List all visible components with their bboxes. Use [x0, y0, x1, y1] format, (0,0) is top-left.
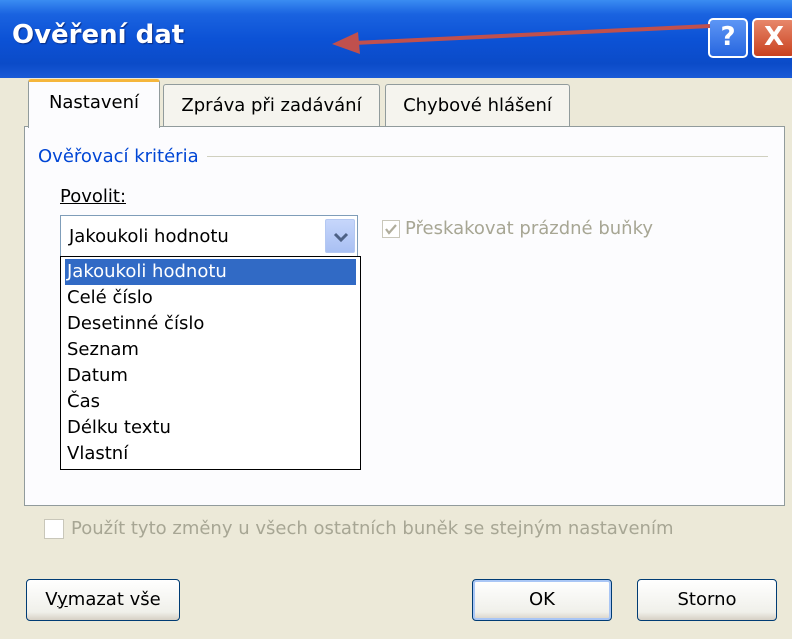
help-button[interactable]: ? [708, 18, 748, 58]
group-label-criteria: Ověřovací kritéria [38, 146, 207, 167]
ok-button[interactable]: OK [472, 579, 612, 621]
annotation-arrow [332, 24, 711, 54]
option-jakoukoli-hodnotu[interactable]: Jakoukoli hodnotu [65, 259, 356, 285]
allow-combobox-value: Jakoukoli hodnotu [69, 226, 229, 247]
skip-blank-checkbox[interactable] [382, 220, 400, 238]
window-title: Ověření dat [12, 20, 185, 50]
allow-combobox[interactable]: Jakoukoli hodnotu [60, 215, 358, 257]
clear-all-button[interactable]: Vymazat vše [26, 579, 180, 621]
allow-dropdown-list[interactable]: Jakoukoli hodnotu Celé číslo Desetinné č… [60, 256, 361, 470]
cancel-button[interactable]: Storno [637, 579, 777, 621]
skip-blank-label: Přeskakovat prázdné buňky [405, 218, 654, 239]
close-button[interactable]: X [752, 18, 792, 58]
option-seznam[interactable]: Seznam [65, 337, 356, 363]
option-desetinne-cislo[interactable]: Desetinné číslo [65, 311, 356, 337]
arrow-shaft [353, 24, 711, 45]
allow-label: Povolit: [60, 186, 127, 207]
option-delku-textu[interactable]: Délku textu [65, 415, 356, 441]
option-vlastni[interactable]: Vlastní [65, 441, 356, 467]
option-cas[interactable]: Čas [65, 389, 356, 415]
option-cele-cislo[interactable]: Celé číslo [65, 285, 356, 311]
tab-zprava-pri-zadavani[interactable]: Zpráva při zadávání [163, 84, 380, 126]
tab-chybove-hlaseni[interactable]: Chybové hlášení [385, 84, 570, 126]
checkmark-icon [385, 224, 397, 235]
dropdown-button[interactable] [325, 219, 355, 253]
option-datum[interactable]: Datum [65, 363, 356, 389]
tab-nastaveni[interactable]: Nastavení [28, 79, 160, 128]
chevron-down-icon [333, 232, 349, 243]
apply-all-label: Použít tyto změny u všech ostatních buně… [71, 518, 674, 539]
apply-all-checkbox[interactable] [44, 519, 64, 539]
